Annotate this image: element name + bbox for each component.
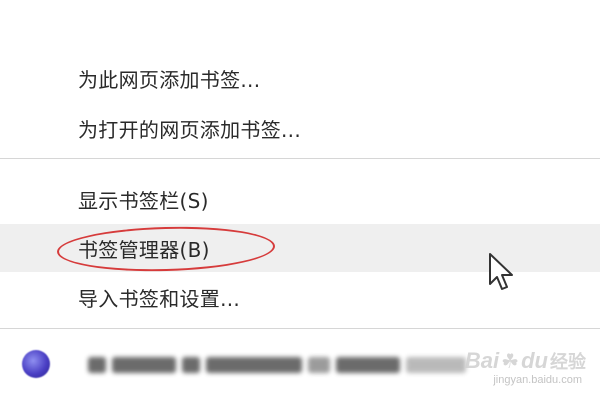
menu-item-bookmark-open-pages[interactable]: 为打开的网页添加书签...: [0, 104, 600, 152]
menu-item-label: 导入书签和设置...: [78, 286, 241, 311]
menu-item-label: 为此网页添加书签...: [78, 67, 261, 92]
watermark-suffix: 经验: [550, 352, 586, 372]
menu-separator: [0, 158, 600, 159]
watermark-logo-text-2: du: [521, 348, 548, 373]
menu-item-label: 为打开的网页添加书签...: [78, 117, 301, 142]
watermark-logo-text: Bai: [464, 348, 500, 373]
menu-item-label: 显示书签栏(S): [78, 188, 209, 213]
mouse-pointer-icon: [489, 253, 513, 290]
baidu-jingyan-watermark: Bai ☘ du 经验: [465, 348, 586, 374]
menu-separator: [0, 328, 600, 329]
bookmark-title-blurred: [88, 353, 488, 377]
bookmarks-context-menu: 为此网页添加书签... 为打开的网页添加书签... 显示书签栏(S) 书签管理器…: [0, 0, 600, 399]
paw-icon: ☘: [501, 351, 520, 373]
menu-item-show-bookmarks-bar[interactable]: 显示书签栏(S): [0, 175, 600, 223]
menu-item-bookmark-this-page[interactable]: 为此网页添加书签...: [0, 54, 600, 102]
watermark-url: jingyan.baidu.com: [493, 374, 582, 386]
globe-favicon-icon: [22, 350, 50, 378]
